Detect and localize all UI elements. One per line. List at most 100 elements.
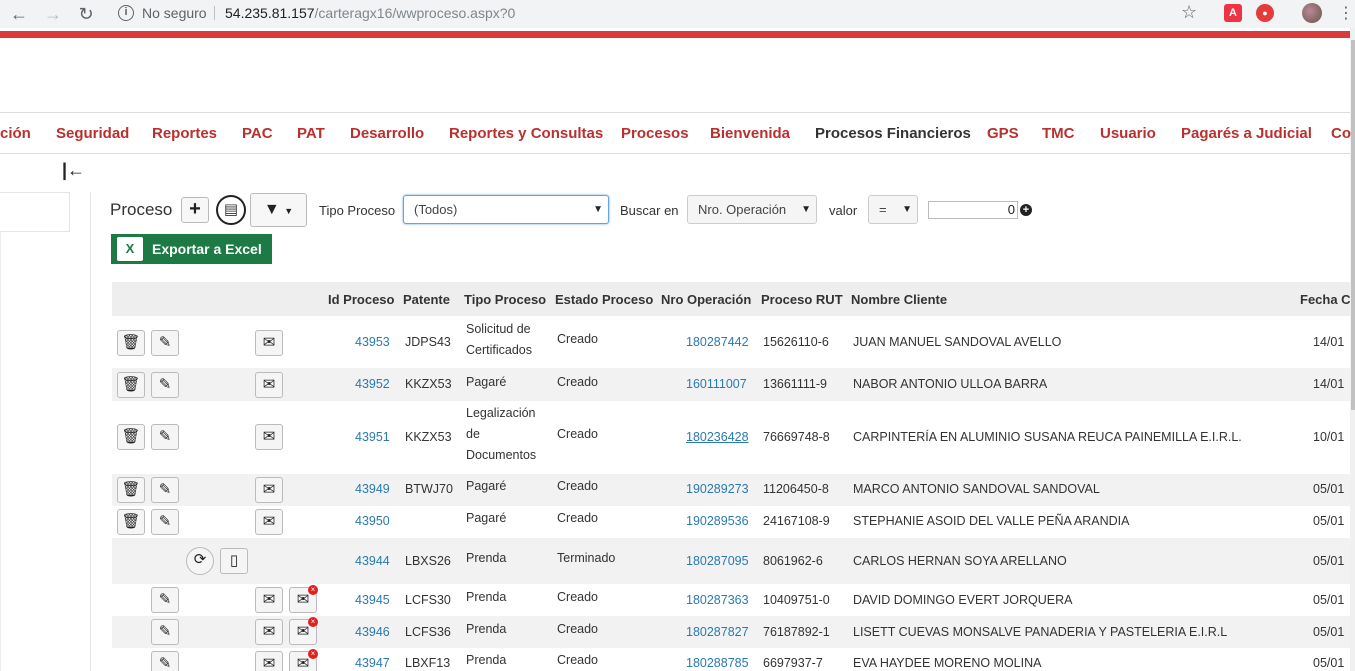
mail-icon[interactable]: ✉ xyxy=(255,619,283,645)
extension-icon[interactable]: ● xyxy=(1256,4,1274,22)
menu-item-bienvenida[interactable]: Bienvenida xyxy=(710,125,790,142)
menu-item-reportes[interactable]: Reportes xyxy=(152,125,217,142)
info-icon[interactable]: i xyxy=(118,5,134,21)
profile-avatar[interactable] xyxy=(1302,3,1322,23)
col-nro-operacion[interactable]: Nro Operación xyxy=(661,292,751,307)
pencil-icon[interactable]: ✎ xyxy=(151,587,179,613)
menu-item-desarrollo[interactable]: Desarrollo xyxy=(350,125,424,142)
pdf-extension-icon[interactable]: A xyxy=(1224,4,1242,22)
scrollbar-thumb[interactable] xyxy=(1351,40,1355,410)
id-proceso[interactable]: 43953 xyxy=(355,335,390,349)
forward-icon[interactable]: → xyxy=(42,3,64,25)
menu-item-pagares-judicial[interactable]: Pagarés a Judicial xyxy=(1181,125,1312,142)
menu-item-gps[interactable]: GPS xyxy=(987,125,1019,142)
pencil-icon[interactable]: ✎ xyxy=(151,651,179,671)
nro-operacion[interactable]: 180287442 xyxy=(686,335,749,349)
pencil-icon[interactable]: ✎ xyxy=(151,509,179,535)
refresh-icon[interactable]: ⟳ xyxy=(186,547,214,575)
collapse-sidebar-icon[interactable]: |← xyxy=(62,160,85,181)
id-proceso[interactable]: 43950 xyxy=(355,514,390,528)
pencil-icon[interactable]: ✎ xyxy=(151,330,179,356)
menu-item-pat[interactable]: PAT xyxy=(297,125,325,142)
trash-icon[interactable]: 🗑 xyxy=(117,330,145,356)
filter-button[interactable]: ▼ ▼ xyxy=(250,193,307,227)
menu-item-tmc[interactable]: TMC xyxy=(1042,125,1075,142)
menu-item-more[interactable]: Co xyxy=(1331,125,1351,142)
id-proceso[interactable]: 43951 xyxy=(355,430,390,444)
operator-select[interactable]: = ▼ xyxy=(868,195,918,224)
nro-operacion[interactable]: 180287095 xyxy=(686,554,749,568)
page-title: Proceso xyxy=(110,200,173,219)
export-excel-button[interactable]: X Exportar a Excel xyxy=(111,234,272,264)
back-icon[interactable]: ← xyxy=(8,3,30,25)
mail-cancel-icon[interactable]: ✉ × xyxy=(289,585,318,613)
mail-icon[interactable]: ✉ xyxy=(255,372,283,398)
add-button[interactable]: + xyxy=(181,197,209,223)
id-proceso[interactable]: 43949 xyxy=(355,482,390,496)
nro-operacion[interactable]: 190289536 xyxy=(686,514,749,528)
nro-operacion[interactable]: 180288785 xyxy=(686,656,749,670)
bookmark-star-icon[interactable]: ☆ xyxy=(1181,2,1197,23)
pencil-icon[interactable]: ✎ xyxy=(151,477,179,503)
table-row[interactable]: ⟳ ▯ 43944 LBXS26 Prenda Terminado 180287… xyxy=(112,538,1350,584)
trash-icon[interactable]: 🗑 xyxy=(117,477,145,503)
col-id-proceso[interactable]: Id Proceso xyxy=(328,292,394,307)
col-proceso-rut[interactable]: Proceso RUT xyxy=(761,292,843,307)
mail-icon[interactable]: ✉ xyxy=(255,651,283,671)
mail-cancel-icon[interactable]: ✉ × xyxy=(289,617,318,645)
reload-icon[interactable]: ↻ xyxy=(75,3,97,25)
table-row[interactable]: ✎ ✉ ✉ × 43947 LBXF13 Prenda Creado 180288… xyxy=(112,648,1350,671)
valor-input[interactable]: 0 xyxy=(928,201,1018,219)
table-row[interactable]: 🗑 ✎ ✉ 43953 JDPS43 Solicitud de Certific… xyxy=(112,316,1350,368)
table-row[interactable]: 🗑 ✎ ✉ 43949 BTWJ70 Pagaré Creado 1902892… xyxy=(112,474,1350,506)
id-proceso[interactable]: 43946 xyxy=(355,625,390,639)
browser-menu-icon[interactable]: ⋮ xyxy=(1338,3,1354,23)
mail-icon[interactable]: ✉ xyxy=(255,424,283,450)
buscar-en-select[interactable]: Nro. Operación ▼ xyxy=(687,195,817,224)
mail-icon[interactable]: ✉ xyxy=(255,330,283,356)
mail-icon[interactable]: ✉ xyxy=(255,587,283,613)
url-text[interactable]: 54.235.81.157/carteragx16/wwproceso.aspx… xyxy=(225,1,515,25)
nro-operacion[interactable]: 180287827 xyxy=(686,625,749,639)
document-icon[interactable]: ▯ xyxy=(220,548,248,574)
trash-icon[interactable]: 🗑 xyxy=(117,509,145,535)
nro-operacion[interactable]: 160111007 xyxy=(686,377,747,391)
add-filter-icon[interactable]: + xyxy=(1020,204,1032,216)
trash-icon[interactable]: 🗑 xyxy=(117,372,145,398)
id-proceso[interactable]: 43952 xyxy=(355,377,390,391)
menu-item-usuario[interactable]: Usuario xyxy=(1100,125,1156,142)
menu-item-seguridad[interactable]: Seguridad xyxy=(56,125,129,142)
table-row[interactable]: ✎ ✉ ✉ × 43945 LCFS30 Prenda Creado 180287… xyxy=(112,584,1350,616)
pencil-icon[interactable]: ✎ xyxy=(151,619,179,645)
pencil-icon[interactable]: ✎ xyxy=(151,372,179,398)
id-proceso[interactable]: 43944 xyxy=(355,554,390,568)
report-icon[interactable]: ▤ xyxy=(216,195,246,225)
mail-icon[interactable]: ✉ xyxy=(255,477,283,503)
id-proceso[interactable]: 43947 xyxy=(355,656,390,670)
table-row[interactable]: 🗑 ✎ ✉ 43950 Pagaré Creado 190289536 2416… xyxy=(112,506,1350,538)
table-row[interactable]: 🗑 ✎ ✉ 43952 KKZX53 Pagaré Creado 1601110… xyxy=(112,368,1350,401)
col-tipo-proceso[interactable]: Tipo Proceso xyxy=(464,292,546,307)
col-nombre-cliente[interactable]: Nombre Cliente xyxy=(851,292,947,307)
col-estado-proceso[interactable]: Estado Proceso xyxy=(555,292,653,307)
nro-operacion[interactable]: 180236428 xyxy=(686,430,749,444)
menu-item[interactable]: ción xyxy=(0,125,31,142)
menu-item-procesos[interactable]: Procesos xyxy=(621,125,689,142)
col-fecha[interactable]: Fecha C xyxy=(1300,292,1351,307)
id-proceso[interactable]: 43945 xyxy=(355,593,390,607)
trash-icon[interactable]: 🗑 xyxy=(117,424,145,450)
pencil-icon[interactable]: ✎ xyxy=(151,424,179,450)
mail-cancel-icon[interactable]: ✉ × xyxy=(289,649,318,671)
nro-operacion[interactable]: 180287363 xyxy=(686,593,749,607)
menu-item-reportes-consultas[interactable]: Reportes y Consultas xyxy=(449,125,603,142)
table-row[interactable]: 🗑 ✎ ✉ 43951 KKZX53 Legalización de Docum… xyxy=(112,401,1350,474)
mail-icon[interactable]: ✉ xyxy=(255,509,283,535)
menu-item-procesos-financieros[interactable]: Procesos Financieros xyxy=(815,125,971,142)
address-bar[interactable]: i No seguro 54.235.81.157/carteragx16/ww… xyxy=(110,1,1210,25)
proceso-rut: 8061962-6 xyxy=(763,554,823,568)
menu-item-pac[interactable]: PAC xyxy=(242,125,273,142)
tipo-proceso-select[interactable]: (Todos) ▼ xyxy=(403,195,609,224)
col-patente[interactable]: Patente xyxy=(403,292,450,307)
table-row[interactable]: ✎ ✉ ✉ × 43946 LCFS36 Prenda Creado 180287… xyxy=(112,616,1350,648)
nro-operacion[interactable]: 190289273 xyxy=(686,482,749,496)
